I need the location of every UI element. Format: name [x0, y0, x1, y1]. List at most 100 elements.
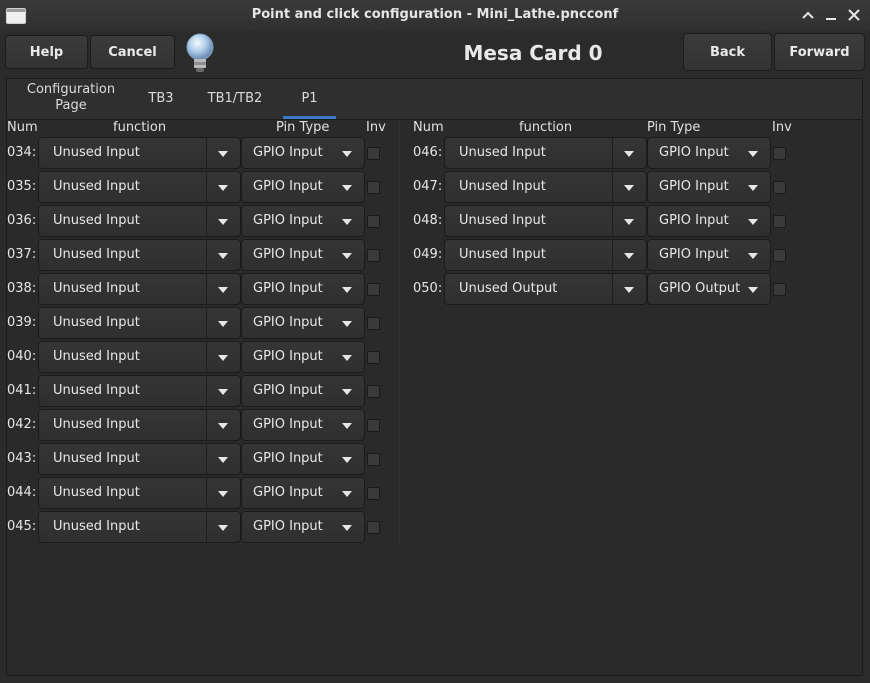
function-combo[interactable]: Unused Input [38, 443, 241, 475]
pin-type-combo[interactable]: GPIO Input [241, 171, 365, 203]
chevron-down-icon[interactable] [218, 389, 228, 395]
pin-type-value: GPIO Input [253, 485, 323, 500]
pin-type-combo[interactable]: GPIO Input [241, 307, 365, 339]
chevron-down-icon[interactable] [748, 219, 758, 225]
forward-button[interactable]: Forward [774, 33, 865, 71]
chevron-down-icon[interactable] [342, 355, 352, 361]
help-button[interactable]: Help [5, 35, 88, 69]
inv-checkbox[interactable] [367, 453, 380, 466]
chevron-down-icon[interactable] [218, 219, 228, 225]
chevron-down-icon[interactable] [218, 355, 228, 361]
inv-checkbox[interactable] [367, 249, 380, 262]
chevron-down-icon[interactable] [218, 457, 228, 463]
pin-type-combo[interactable]: GPIO Input [241, 477, 365, 509]
inv-checkbox[interactable] [367, 419, 380, 432]
maximize-icon[interactable] [799, 6, 817, 24]
chevron-down-icon[interactable] [624, 287, 634, 293]
pin-type-combo[interactable]: GPIO Input [241, 239, 365, 271]
inv-checkbox[interactable] [367, 147, 380, 160]
chevron-down-icon[interactable] [342, 525, 352, 531]
function-combo[interactable]: Unused Input [38, 477, 241, 509]
pin-type-combo[interactable]: GPIO Input [241, 205, 365, 237]
chevron-down-icon[interactable] [748, 151, 758, 157]
chevron-down-icon[interactable] [218, 185, 228, 191]
inv-checkbox[interactable] [367, 283, 380, 296]
pin-type-combo[interactable]: GPIO Input [241, 341, 365, 373]
close-icon[interactable] [845, 6, 863, 24]
inv-checkbox[interactable] [773, 181, 786, 194]
chevron-down-icon[interactable] [218, 423, 228, 429]
function-value: Unused Input [53, 179, 140, 194]
function-combo[interactable]: Unused Input [444, 171, 647, 203]
chevron-down-icon[interactable] [218, 287, 228, 293]
pin-type-combo[interactable]: GPIO Input [241, 443, 365, 475]
chevron-down-icon[interactable] [624, 151, 634, 157]
pin-type-combo[interactable]: GPIO Input [241, 375, 365, 407]
tab-tb1-tb2[interactable]: TB1/TB2 [202, 79, 268, 119]
function-combo[interactable]: Unused Output [444, 273, 647, 305]
chevron-down-icon[interactable] [342, 423, 352, 429]
pin-type-combo[interactable]: GPIO Input [647, 205, 771, 237]
inv-checkbox[interactable] [773, 147, 786, 160]
chevron-down-icon[interactable] [748, 253, 758, 259]
chevron-down-icon[interactable] [218, 151, 228, 157]
inv-checkbox[interactable] [367, 385, 380, 398]
pin-type-combo[interactable]: GPIO Input [241, 511, 365, 543]
pin-type-combo[interactable]: GPIO Input [647, 171, 771, 203]
tab-tb3[interactable]: TB3 [139, 79, 183, 119]
chevron-down-icon[interactable] [342, 457, 352, 463]
inv-checkbox[interactable] [367, 317, 380, 330]
pin-type-combo[interactable]: GPIO Output [647, 273, 771, 305]
function-combo[interactable]: Unused Input [444, 137, 647, 169]
function-combo[interactable]: Unused Input [444, 205, 647, 237]
function-combo[interactable]: Unused Input [38, 205, 241, 237]
chevron-down-icon[interactable] [624, 219, 634, 225]
cancel-button[interactable]: Cancel [90, 35, 175, 69]
pin-type-combo[interactable]: GPIO Input [647, 239, 771, 271]
inv-checkbox[interactable] [367, 521, 380, 534]
inv-checkbox[interactable] [367, 215, 380, 228]
function-combo[interactable]: Unused Input [444, 239, 647, 271]
combo-separator [206, 444, 207, 474]
function-combo[interactable]: Unused Input [38, 239, 241, 271]
chevron-down-icon[interactable] [342, 389, 352, 395]
chevron-down-icon[interactable] [748, 185, 758, 191]
chevron-down-icon[interactable] [342, 321, 352, 327]
chevron-down-icon[interactable] [342, 491, 352, 497]
tab-configuration-page[interactable]: Configuration Page [19, 82, 123, 122]
function-combo[interactable]: Unused Input [38, 511, 241, 543]
pin-type-combo[interactable]: GPIO Input [241, 273, 365, 305]
function-combo[interactable]: Unused Input [38, 137, 241, 169]
function-combo[interactable]: Unused Input [38, 409, 241, 441]
chevron-down-icon[interactable] [218, 321, 228, 327]
pin-type-combo[interactable]: GPIO Input [241, 137, 365, 169]
chevron-down-icon[interactable] [624, 185, 634, 191]
function-combo[interactable]: Unused Input [38, 273, 241, 305]
function-combo[interactable]: Unused Input [38, 171, 241, 203]
function-combo[interactable]: Unused Input [38, 307, 241, 339]
chevron-down-icon[interactable] [342, 219, 352, 225]
inv-checkbox[interactable] [773, 249, 786, 262]
chevron-down-icon[interactable] [218, 491, 228, 497]
inv-checkbox[interactable] [367, 351, 380, 364]
chevron-down-icon[interactable] [218, 253, 228, 259]
inv-checkbox[interactable] [773, 283, 786, 296]
chevron-down-icon[interactable] [624, 253, 634, 259]
chevron-down-icon[interactable] [748, 287, 758, 293]
tab-p1[interactable]: P1 [283, 79, 336, 119]
chevron-down-icon[interactable] [342, 185, 352, 191]
function-combo[interactable]: Unused Input [38, 341, 241, 373]
chevron-down-icon[interactable] [342, 151, 352, 157]
minimize-icon[interactable] [822, 6, 840, 24]
inv-checkbox[interactable] [773, 215, 786, 228]
chevron-down-icon[interactable] [342, 253, 352, 259]
function-combo[interactable]: Unused Input [38, 375, 241, 407]
lightbulb-icon[interactable] [184, 32, 216, 76]
chevron-down-icon[interactable] [218, 525, 228, 531]
inv-checkbox[interactable] [367, 181, 380, 194]
inv-checkbox[interactable] [367, 487, 380, 500]
pin-type-combo[interactable]: GPIO Input [241, 409, 365, 441]
pin-type-combo[interactable]: GPIO Input [647, 137, 771, 169]
back-button[interactable]: Back [683, 33, 772, 71]
chevron-down-icon[interactable] [342, 287, 352, 293]
